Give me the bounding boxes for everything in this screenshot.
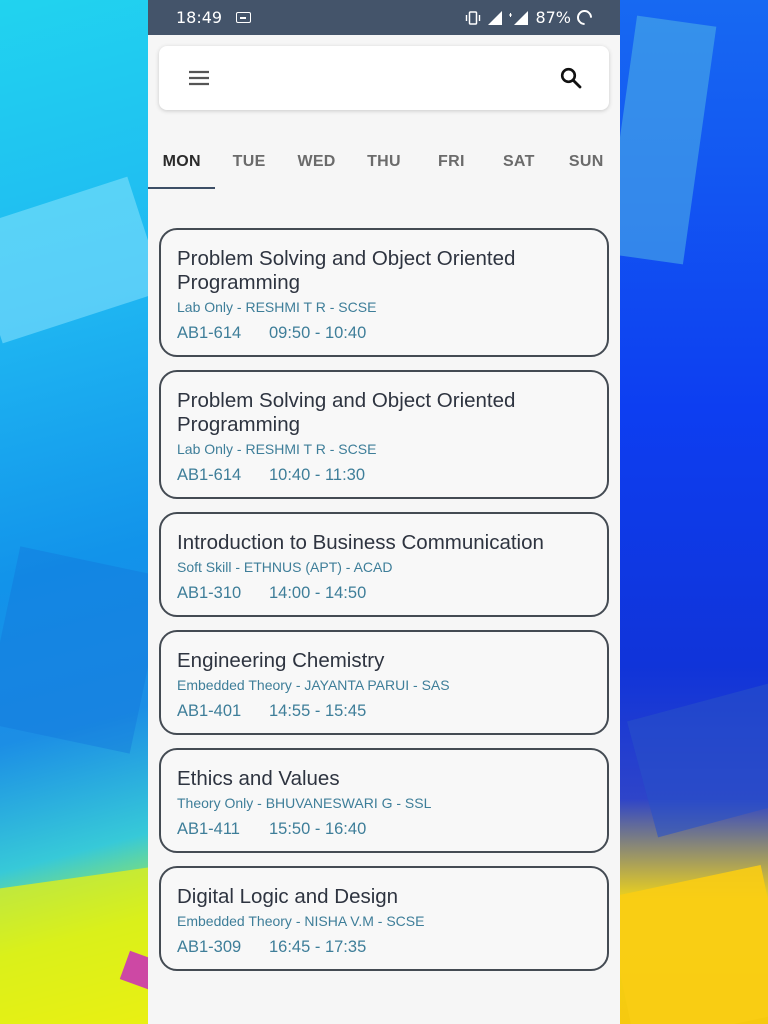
- class-time: 15:50 - 16:40: [269, 820, 367, 838]
- battery-percent: 87%: [535, 8, 571, 27]
- tab-sat[interactable]: SAT: [485, 135, 552, 189]
- class-room: AB1-614: [177, 324, 242, 342]
- class-time: 16:45 - 17:35: [269, 938, 367, 956]
- status-bar: 18:49 87%: [148, 0, 620, 35]
- class-subtitle: Soft Skill - ETHNUS (APT) - ACAD: [177, 559, 393, 575]
- class-time: 10:40 - 11:30: [269, 466, 366, 484]
- tab-tue[interactable]: TUE: [215, 135, 282, 189]
- class-room: AB1-310: [177, 584, 242, 602]
- class-list: Problem Solving and Object Oriented Prog…: [159, 228, 609, 984]
- class-subtitle: Embedded Theory - JAYANTA PARUI - SAS: [177, 677, 450, 693]
- menu-icon[interactable]: [185, 64, 213, 92]
- class-room: AB1-614: [177, 466, 242, 484]
- class-title: Problem Solving and Object Oriented Prog…: [177, 389, 516, 436]
- class-card[interactable]: Introduction to Business Communication S…: [159, 512, 609, 617]
- class-card[interactable]: Problem Solving and Object Oriented Prog…: [159, 370, 609, 499]
- caption-icon: [236, 12, 252, 23]
- search-bar[interactable]: [159, 46, 609, 110]
- class-title: Problem Solving and Object Oriented Prog…: [177, 247, 516, 294]
- tab-fri[interactable]: FRI: [418, 135, 485, 189]
- class-room: AB1-309: [177, 938, 242, 956]
- status-time: 18:49: [176, 8, 223, 27]
- class-card[interactable]: Engineering Chemistry Embedded Theory - …: [159, 630, 609, 735]
- class-title: Digital Logic and Design: [177, 885, 399, 908]
- class-card[interactable]: Problem Solving and Object Oriented Prog…: [159, 228, 609, 357]
- tab-sun[interactable]: SUN: [553, 135, 620, 189]
- day-tabs: MON TUE WED THU FRI SAT SUN: [148, 135, 620, 189]
- class-subtitle: Lab Only - RESHMI T R - SCSE: [177, 299, 377, 315]
- class-room: AB1-401: [177, 702, 242, 720]
- class-title: Introduction to Business Communication: [177, 531, 544, 554]
- tab-mon[interactable]: MON: [148, 135, 216, 189]
- class-time: 14:00 - 14:50: [269, 584, 367, 602]
- signal-icon: [488, 10, 503, 25]
- class-time: 14:55 - 15:45: [269, 702, 367, 720]
- app-screen: 18:49 87% MON TUE WED THU FRI SAT SUN Pr…: [148, 0, 620, 1024]
- class-card[interactable]: Digital Logic and Design Embedded Theory…: [159, 866, 609, 971]
- class-title: Ethics and Values: [177, 767, 340, 790]
- class-title: Engineering Chemistry: [177, 649, 385, 672]
- battery-icon: [573, 6, 596, 29]
- search-icon[interactable]: [557, 64, 585, 92]
- class-subtitle: Theory Only - BHUVANESWARI G - SSL: [177, 795, 432, 811]
- vibrate-icon: [466, 10, 481, 25]
- class-time: 09:50 - 10:40: [269, 324, 367, 342]
- class-subtitle: Embedded Theory - NISHA V.M - SCSE: [177, 913, 425, 929]
- tab-thu[interactable]: THU: [350, 135, 417, 189]
- tab-wed[interactable]: WED: [283, 135, 350, 189]
- class-room: AB1-411: [177, 820, 240, 838]
- class-card[interactable]: Ethics and Values Theory Only - BHUVANES…: [159, 748, 609, 853]
- class-subtitle: Lab Only - RESHMI T R - SCSE: [177, 441, 377, 457]
- network-4g-icon: [509, 10, 529, 25]
